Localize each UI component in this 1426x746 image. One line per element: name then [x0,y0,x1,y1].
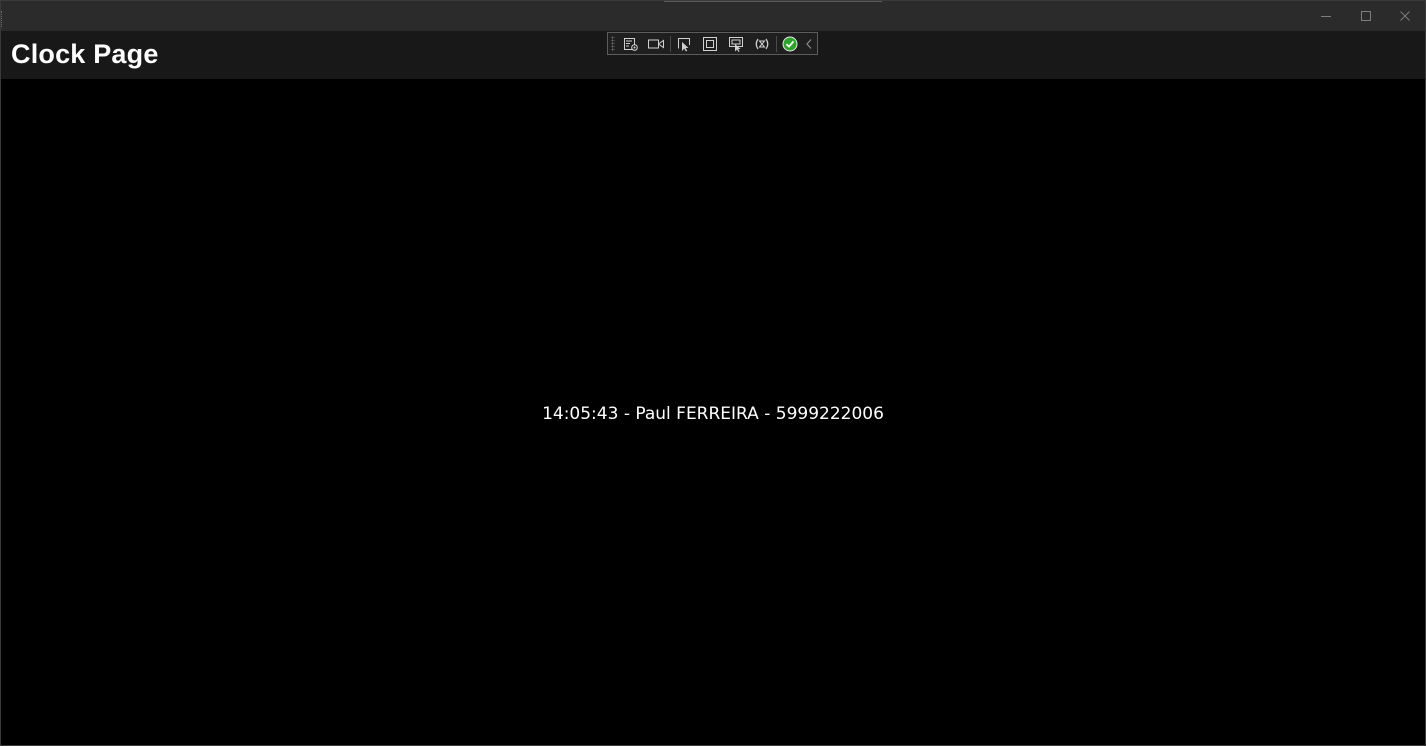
select-element-button[interactable] [673,35,695,53]
display-layout-adorners-icon [702,36,718,52]
display-layout-adorners-button[interactable] [699,35,721,53]
hot-reload-button[interactable] [751,35,773,53]
collapse-toolbar-button[interactable] [801,35,817,53]
track-focus-button[interactable] [725,35,747,53]
hot-reload-icon [753,36,771,52]
toolbar-separator [670,36,671,52]
title-bar-accent-line [664,1,882,2]
select-element-icon [676,36,692,52]
live-visual-tree-button[interactable] [620,35,642,53]
close-icon [1399,10,1411,22]
maximize-button[interactable] [1346,1,1386,31]
app-window: Clock Page 14:05:43 - Paul FERREIRA - 59… [0,0,1426,746]
minimize-button[interactable] [1306,1,1346,31]
minimize-icon [1320,10,1332,22]
live-visual-tree-icon [623,36,639,52]
clock-text: 14:05:43 - Paul FERREIRA - 5999222006 [542,404,884,424]
record-icon [647,37,665,51]
xaml-binding-check-icon [782,36,798,52]
close-button[interactable] [1385,1,1425,31]
title-bar[interactable] [1,1,1425,31]
maximize-icon [1360,10,1372,22]
clock-content-area: 14:05:43 - Paul FERREIRA - 5999222006 [1,79,1425,745]
collapse-toolbar-icon [804,38,814,50]
toolbar-drag-handle-icon[interactable] [611,36,615,51]
toolbar-separator [776,36,777,52]
track-focus-icon [728,36,744,52]
window-grip-icon [1,11,5,27]
xaml-binding-check-button[interactable] [779,35,801,53]
page-title: Clock Page [11,39,159,69]
xaml-debug-toolbar [607,32,818,55]
record-button[interactable] [645,35,667,53]
